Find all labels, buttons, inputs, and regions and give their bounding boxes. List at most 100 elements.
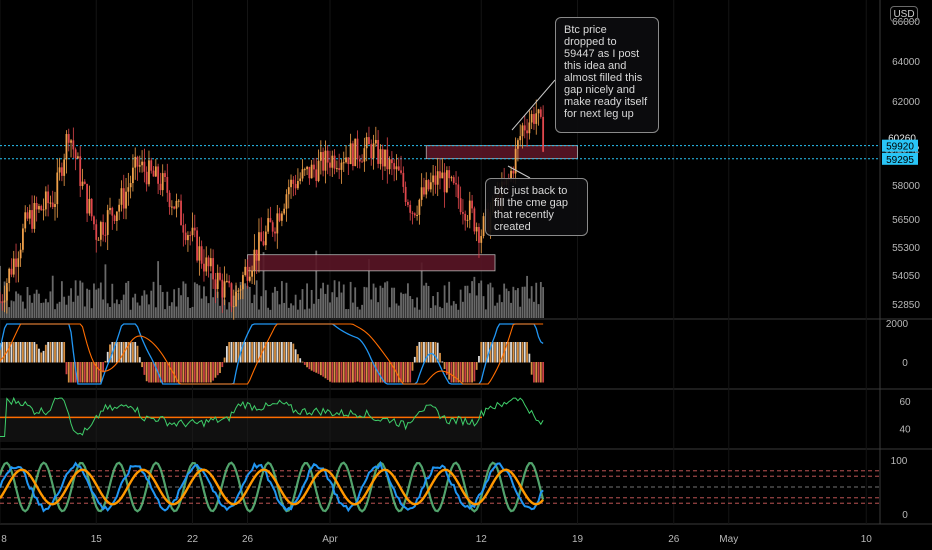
macd-histogram-bar: [342, 362, 345, 383]
macd-histogram-bar: [150, 362, 153, 383]
macd-histogram-bar: [466, 362, 469, 383]
candle-body: [402, 172, 405, 187]
volume-bar: [278, 304, 281, 318]
macd-histogram-bar: [413, 356, 416, 363]
candle-body: [432, 175, 435, 183]
candle-body: [143, 161, 146, 172]
candle-body: [95, 224, 98, 240]
macd-histogram-bar: [221, 362, 224, 368]
candle-body: [216, 272, 219, 290]
currency-label[interactable]: USD: [890, 6, 918, 22]
candle-body: [407, 202, 409, 205]
volume-bar: [67, 295, 70, 318]
macd-tick-label: 0: [902, 358, 908, 369]
volume-bar: [487, 284, 490, 318]
volume-bar: [111, 283, 114, 318]
candle-body: [386, 149, 389, 170]
volume-bar: [329, 302, 331, 318]
candle-body: [287, 187, 290, 195]
macd-histogram-bar: [521, 342, 524, 363]
candle-body: [164, 173, 166, 177]
candle-body: [170, 206, 173, 208]
candle-body: [397, 166, 400, 171]
candle-body: [356, 138, 359, 160]
trading-chart[interactable]: 6600064000620005800056500553005405052850…: [0, 0, 932, 550]
volume-bar: [276, 290, 279, 318]
macd-histogram-bar: [104, 360, 107, 363]
macd-histogram-bar: [56, 342, 59, 363]
annotation-note-top[interactable]: Btc price dropped to 59447 as I post thi…: [555, 17, 659, 133]
macd-histogram-bar: [193, 362, 196, 383]
macd-histogram-bar: [271, 342, 274, 363]
candle-body: [102, 222, 105, 235]
candle-body: [182, 225, 185, 233]
macd-histogram-bar: [533, 362, 535, 383]
macd-histogram-bar: [464, 362, 467, 383]
candle-body: [393, 163, 396, 170]
macd-histogram-bar: [12, 342, 15, 363]
volume-bar: [416, 297, 418, 318]
candle-body: [251, 270, 253, 277]
candle-body: [125, 191, 127, 209]
volume-bar: [285, 282, 288, 318]
candle-body: [326, 150, 329, 163]
candle-body: [441, 172, 444, 179]
macd-histogram-bar: [324, 362, 327, 379]
macd-histogram-bar: [397, 362, 400, 383]
volume-bar: [203, 286, 205, 318]
candle-body: [290, 179, 292, 188]
candle-body: [464, 213, 467, 221]
volume-bar: [72, 301, 75, 318]
macd-histogram-bar: [494, 342, 496, 363]
volume-bar: [313, 303, 315, 318]
macd-histogram-bar: [177, 362, 180, 383]
candle-body: [99, 222, 102, 240]
candle-body: [315, 169, 318, 181]
volume-bar: [484, 309, 487, 318]
macd-histogram-bar: [235, 342, 237, 363]
volume-bar: [95, 289, 98, 318]
volume-bar: [24, 308, 27, 318]
candle-body: [60, 167, 63, 176]
volume-bar: [22, 301, 24, 318]
volume-bar: [464, 285, 467, 318]
candle-body: [28, 210, 31, 219]
macd-histogram-bar: [420, 342, 423, 363]
macd-histogram-bar: [432, 342, 435, 363]
candle-body: [400, 170, 402, 173]
volume-bar: [411, 299, 414, 318]
volume-bar: [173, 289, 176, 318]
time-tick-label: 15: [91, 534, 103, 545]
volume-bar: [308, 308, 311, 318]
volume-bar: [193, 282, 196, 318]
macd-histogram-bar: [379, 362, 382, 383]
macd-histogram-bar: [319, 362, 322, 376]
macd-histogram-bar: [47, 342, 50, 363]
candle-body: [8, 268, 11, 284]
volume-bar: [402, 293, 405, 318]
macd-histogram-bar: [35, 344, 38, 363]
candle-body: [354, 138, 357, 167]
volume-bar: [326, 284, 329, 318]
candle-body: [459, 198, 462, 213]
macd-histogram-bar: [251, 342, 253, 363]
candle-body: [104, 234, 107, 236]
macd-histogram-bar: [310, 362, 313, 371]
candle-body: [138, 165, 141, 167]
annotation-note-bottom[interactable]: btc just back to fill the cme gap that r…: [485, 178, 588, 236]
candle-body: [214, 279, 217, 290]
volume-bar: [404, 293, 407, 318]
volume-bar: [166, 291, 169, 318]
candle-body: [200, 246, 203, 264]
candle-body: [159, 183, 162, 191]
candle-body: [363, 148, 366, 162]
macd-histogram-bar: [40, 352, 43, 363]
candle-body: [434, 175, 437, 185]
candle-body: [528, 122, 531, 134]
candle-body: [294, 183, 297, 189]
candle-body: [258, 232, 260, 261]
candle-body: [443, 172, 446, 193]
volume-bar: [423, 285, 425, 318]
volume-bar: [441, 308, 444, 318]
volume-bar: [457, 309, 460, 318]
